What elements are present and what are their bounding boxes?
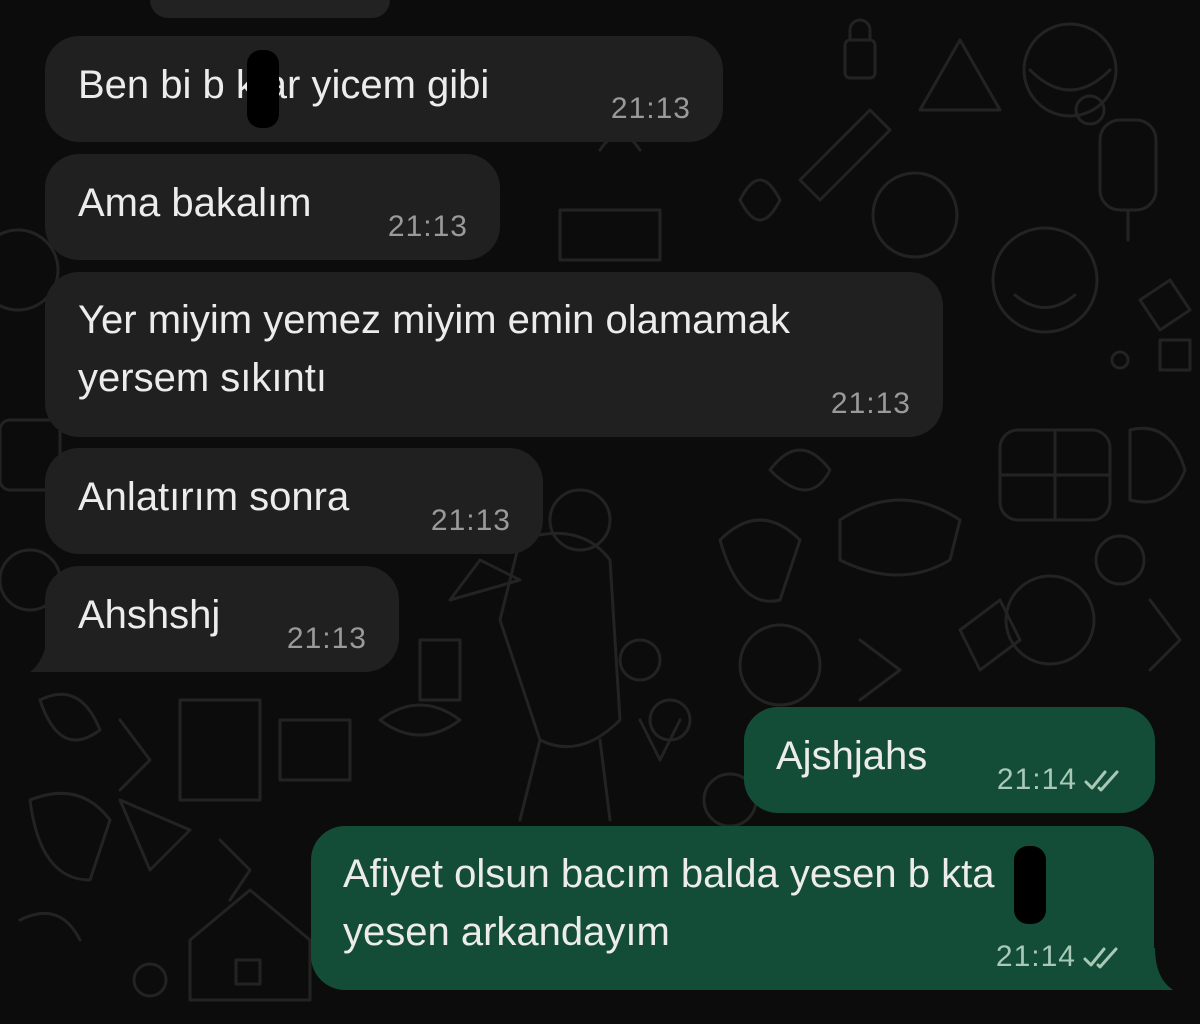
double-check-icon — [1083, 947, 1118, 969]
incoming-message-bubble[interactable]: Ahshshj 21:13 — [45, 566, 399, 672]
message-timestamp: 21:13 — [430, 504, 511, 537]
outgoing-message-bubble[interactable]: Ajshjahs 21:14 — [744, 707, 1155, 813]
outgoing-bubble-tail — [1153, 948, 1173, 990]
message-text: Anlatırım sonra — [78, 475, 350, 519]
mountain-doodle — [918, 38, 1002, 112]
chat-bubble-doodle — [718, 518, 802, 603]
cup-doodle — [28, 791, 112, 882]
cap-doodle — [838, 498, 962, 577]
popsicle-doodle — [1098, 118, 1158, 212]
message-text-line-2: yesen arkandayım — [343, 910, 670, 954]
outgoing-message-bubble[interactable]: Afiyet olsun bacım balda yesen b kta yes… — [311, 826, 1154, 990]
double-check-icon — [1084, 770, 1119, 792]
message-text-line-1: Afiyet olsun bacım balda yesen b kta — [343, 852, 995, 896]
message-timestamp: 21:14 — [997, 763, 1121, 797]
message-text: Ajshjahs — [776, 734, 928, 778]
message-timestamp: 21:13 — [286, 622, 367, 655]
smiley-doodle — [991, 226, 1099, 334]
message-timestamp: 21:13 — [387, 210, 468, 243]
incoming-message-bubble[interactable]: Ama bakalım 21:13 — [45, 154, 500, 260]
incoming-message-bubble[interactable]: Yer miyim yemez miyim emin olamamak yers… — [45, 272, 943, 437]
redaction-mark — [1014, 846, 1046, 924]
rocket-doodle — [118, 798, 192, 872]
message-text: Ahshshj — [78, 593, 221, 637]
person-doodle — [498, 531, 622, 749]
paw-doodle — [1004, 574, 1096, 666]
message-text-line-1: Yer miyim yemez miyim emin olamamak — [78, 298, 790, 342]
previous-message-fragment — [150, 0, 390, 18]
pencil-doodle — [798, 108, 892, 202]
apple-doodle — [618, 638, 662, 682]
incoming-message-bubble[interactable]: Anlatırım sonra 21:13 — [45, 448, 543, 554]
heart-eyes-doodle — [871, 171, 959, 259]
taco-doodle — [38, 692, 102, 742]
message-timestamp: 21:13 — [610, 92, 691, 125]
message-timestamp: 21:13 — [830, 387, 911, 420]
message-text: Ben bi b klar yicem gibi — [78, 63, 490, 107]
lock-doodle — [843, 38, 877, 80]
message-timestamp: 21:14 — [996, 940, 1120, 974]
incoming-message-bubble[interactable]: Ben bi b klar yicem gibi 21:13 — [45, 36, 723, 142]
redaction-mark — [247, 50, 279, 128]
message-text: Ama bakalım — [78, 181, 312, 225]
calendar-doodle — [178, 698, 262, 802]
message-text-line-2: yersem sıkıntı — [78, 356, 327, 400]
